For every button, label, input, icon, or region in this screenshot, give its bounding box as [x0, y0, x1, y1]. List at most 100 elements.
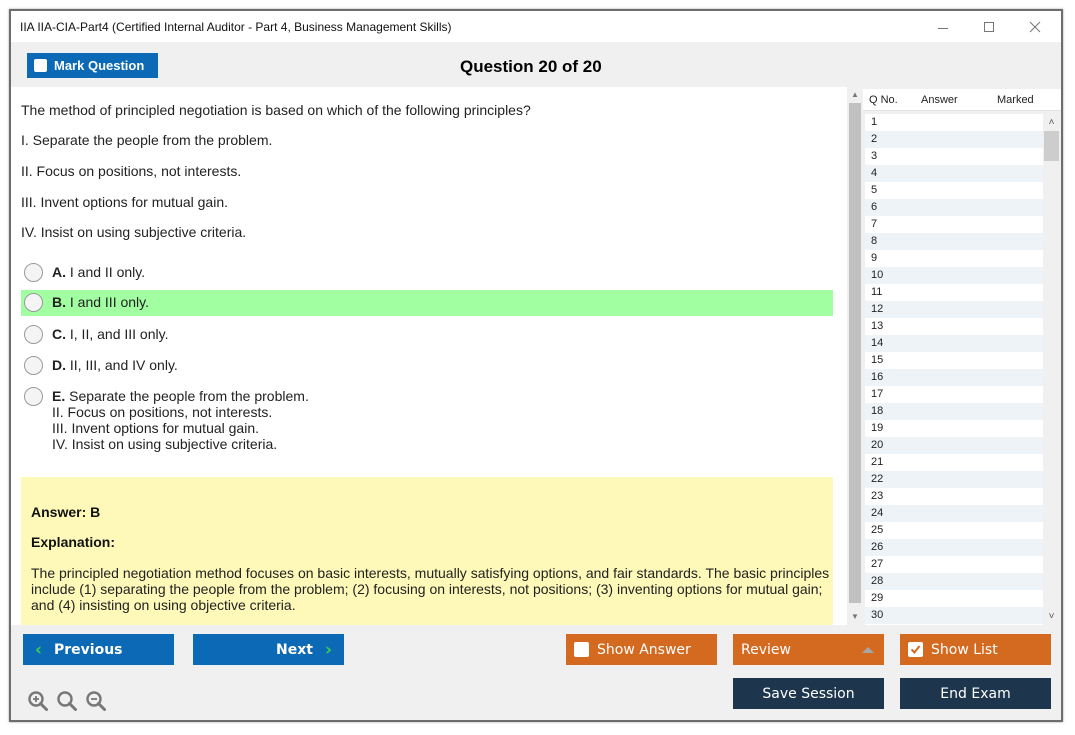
statement-1: I. Separate the people from the problem.	[21, 132, 273, 148]
question-list-row[interactable]: 21	[865, 454, 1043, 471]
question-list-row[interactable]: 3	[865, 148, 1043, 165]
previous-button[interactable]: ‹ Previous	[23, 634, 174, 665]
show-answer-checkbox[interactable]	[574, 642, 589, 657]
chevron-left-icon: ‹	[35, 639, 43, 660]
option-a-radio[interactable]	[24, 263, 43, 282]
scroll-up-icon[interactable]: ▲	[847, 87, 863, 103]
question-list-row[interactable]: 16	[865, 369, 1043, 386]
question-panel: The method of principled negotiation is …	[11, 87, 847, 625]
option-e[interactable]: E. Separate the people from the problem.…	[21, 384, 833, 452]
option-d[interactable]: D. II, III, and IV only.	[21, 353, 833, 379]
explanation-label: Explanation:	[31, 534, 116, 550]
statement-2: II. Focus on positions, not interests.	[21, 163, 242, 179]
column-answer[interactable]: Answer	[921, 94, 958, 106]
option-a[interactable]: A. I and II only.	[21, 260, 833, 286]
caret-up-icon	[862, 647, 874, 653]
option-b-radio[interactable]	[24, 293, 43, 312]
option-letter: C.	[52, 326, 66, 342]
question-list-row[interactable]: 27	[865, 556, 1043, 573]
show-answer-toggle[interactable]: Show Answer	[566, 634, 717, 665]
question-list-row[interactable]: 14	[865, 335, 1043, 352]
option-text: Separate the people from the problem.	[69, 388, 309, 404]
option-d-radio[interactable]	[24, 356, 43, 375]
mark-question-button[interactable]: Mark Question	[27, 53, 158, 78]
review-dropdown[interactable]: Review	[733, 634, 884, 665]
option-e-line-4: IV. Insist on using subjective criteria.	[52, 436, 278, 452]
column-marked[interactable]: Marked	[997, 94, 1034, 106]
next-button[interactable]: Next ›	[193, 634, 344, 665]
mark-question-label: Mark Question	[54, 58, 145, 73]
option-e-radio[interactable]	[24, 387, 43, 406]
option-letter: E.	[52, 388, 66, 404]
zoom-reset-icon[interactable]	[56, 690, 78, 712]
question-list-row[interactable]: 20	[865, 437, 1043, 454]
question-list-row[interactable]: 7	[865, 216, 1043, 233]
mark-question-checkbox[interactable]	[34, 59, 47, 72]
column-q-no[interactable]: Q No.	[869, 94, 898, 106]
zoom-controls	[27, 690, 107, 712]
question-list-row[interactable]: 29	[865, 590, 1043, 607]
question-list-row[interactable]: 10	[865, 267, 1043, 284]
maximize-icon[interactable]	[967, 14, 1011, 40]
question-list-row[interactable]: 24	[865, 505, 1043, 522]
question-list-row[interactable]: 2	[865, 131, 1043, 148]
question-list-row[interactable]: 19	[865, 420, 1043, 437]
question-panel-scrollbar[interactable]: ▲ ▼	[847, 87, 863, 625]
zoom-in-icon[interactable]	[27, 690, 49, 712]
question-list-rows: 1 2 3 4 5 6 7 8 9 10 11 12 13 14 15 16 17 18 19 20 21 22 23 24 2…	[865, 114, 1043, 625]
minimize-icon[interactable]	[921, 14, 965, 40]
question-list-row[interactable]: 17	[865, 386, 1043, 403]
chevron-right-icon: ›	[324, 639, 332, 660]
show-list-checkbox[interactable]	[908, 642, 923, 657]
title-bar: IIA IIA-CIA-Part4 (Certified Internal Au…	[11, 11, 1061, 42]
scrollbar-thumb[interactable]	[849, 103, 861, 603]
option-text: I and II only.	[69, 264, 146, 280]
question-list-row[interactable]: 23	[865, 488, 1043, 505]
option-text: II, III, and IV only.	[69, 357, 178, 373]
option-letter: D.	[52, 357, 66, 373]
question-list-row[interactable]: 12	[865, 301, 1043, 318]
question-list-scrollbar[interactable]: ˄ ˅	[1043, 114, 1060, 625]
question-list-row[interactable]: 22	[865, 471, 1043, 488]
question-list-row[interactable]: 6	[865, 199, 1043, 216]
option-letter: B.	[52, 294, 66, 310]
option-c-radio[interactable]	[24, 325, 43, 344]
question-list-row[interactable]: 13	[865, 318, 1043, 335]
window-title: IIA IIA-CIA-Part4 (Certified Internal Au…	[20, 20, 452, 34]
option-e-line-2: II. Focus on positions, not interests.	[52, 404, 273, 420]
statement-3: III. Invent options for mutual gain.	[21, 194, 229, 210]
scrollbar-thumb[interactable]	[1044, 131, 1059, 161]
review-label: Review	[741, 641, 791, 658]
question-stem: The method of principled negotiation is …	[21, 102, 531, 118]
question-list-row[interactable]: 26	[865, 539, 1043, 556]
show-list-toggle[interactable]: Show List	[900, 634, 1051, 665]
question-list-row[interactable]: 30	[865, 607, 1043, 624]
question-list-row[interactable]: 5	[865, 182, 1043, 199]
zoom-out-icon[interactable]	[85, 690, 107, 712]
option-text: I, II, and III only.	[69, 326, 169, 342]
option-c[interactable]: C. I, II, and III only.	[21, 322, 833, 348]
chevron-up-icon[interactable]: ˄	[1043, 114, 1060, 131]
question-list-row[interactable]: 25	[865, 522, 1043, 539]
option-b[interactable]: B. I and III only.	[21, 290, 833, 316]
question-list-row[interactable]: 11	[865, 284, 1043, 301]
question-list-row[interactable]: 15	[865, 352, 1043, 369]
chevron-down-icon[interactable]: ˅	[1043, 608, 1060, 625]
option-text: I and III only.	[69, 294, 150, 310]
question-list-row[interactable]: 8	[865, 233, 1043, 250]
show-list-label: Show List	[931, 641, 998, 658]
save-session-label: Save Session	[762, 685, 855, 702]
option-e-line-3: III. Invent options for mutual gain.	[52, 420, 260, 436]
save-session-button[interactable]: Save Session	[733, 678, 884, 709]
question-list-row[interactable]: 1	[865, 114, 1043, 131]
question-list-row[interactable]: 9	[865, 250, 1043, 267]
question-list-row[interactable]: 18	[865, 403, 1043, 420]
question-list-row[interactable]: 28	[865, 573, 1043, 590]
question-list: Q No. Answer Marked 1 2 3 4 5 6 7 8 9 10 11 12 13 14 1…	[863, 87, 1061, 625]
end-exam-button[interactable]: End Exam	[900, 678, 1051, 709]
answer-explanation-box: Answer: B Explanation: The principled ne…	[21, 477, 833, 625]
option-letter: A.	[52, 264, 66, 280]
close-icon[interactable]	[1013, 14, 1057, 40]
scroll-down-icon[interactable]: ▼	[847, 609, 863, 625]
question-list-row[interactable]: 4	[865, 165, 1043, 182]
